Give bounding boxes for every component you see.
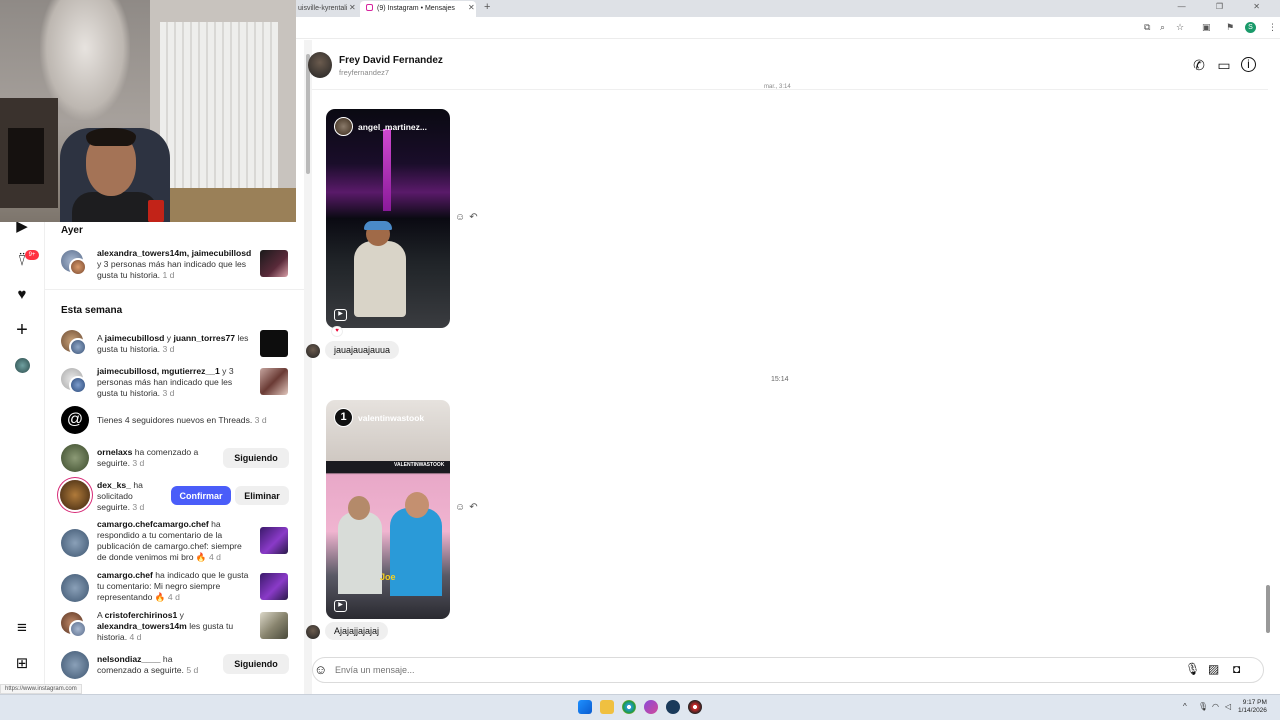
nav-rail: ▶ ⍢ 9+ ♥ + ≡ ⊞ <box>0 218 45 690</box>
story-thumbnail[interactable] <box>260 330 288 357</box>
timestamp: 15:14 <box>771 376 789 383</box>
story-thumbnail[interactable] <box>260 612 288 639</box>
avatar <box>69 338 87 356</box>
avatar <box>60 480 90 510</box>
emoji-react-icon[interactable]: ☺ <box>455 502 469 513</box>
phone-icon[interactable]: ✆ <box>1190 56 1208 74</box>
new-tab-button[interactable]: + <box>484 1 490 13</box>
avatar <box>61 444 89 472</box>
status-url: https://www.instagram.com <box>0 684 82 694</box>
section-title-yesterday: Ayer <box>61 225 83 236</box>
shared-story[interactable]: angel_martinez... ▶ <box>326 109 450 328</box>
message-bubble[interactable]: jauajauajauua <box>325 341 400 359</box>
app-icon[interactable] <box>644 700 658 714</box>
install-app-icon[interactable]: ⧉ <box>1144 22 1150 33</box>
following-button[interactable]: Siguiendo <box>223 654 289 674</box>
contact-name[interactable]: Frey David Fernandez <box>339 55 443 66</box>
chat-header: Frey David Fernandez freyfernandez7 ✆ ▭ … <box>308 39 1268 90</box>
section-title-this-week: Esta semana <box>61 305 123 316</box>
reel-icon: ▶ <box>334 600 347 612</box>
story-thumbnail[interactable] <box>260 368 288 395</box>
contact-username: freyfernandez7 <box>339 68 390 77</box>
chat-scrollbar[interactable] <box>1264 88 1272 644</box>
browser-tab-bar: uisville-kyrentali ✕ (9) Instagram • Men… <box>296 0 1280 17</box>
message-bubble[interactable]: Ajajajjajajaj <box>325 622 389 640</box>
zoom-icon[interactable]: ⌕ <box>1160 22 1165 33</box>
message-actions[interactable]: ☺↶ <box>455 502 482 513</box>
wifi-icon[interactable]: ◠ <box>1212 702 1219 711</box>
avatar <box>69 620 87 638</box>
window-controls[interactable]: — ❐ ✕ <box>1178 2 1274 11</box>
app-icon[interactable] <box>688 700 702 714</box>
post-thumbnail[interactable] <box>260 527 288 554</box>
menu-icon[interactable]: ≡ <box>11 617 33 639</box>
timestamp: mar., 3:14 <box>764 84 791 90</box>
close-tab-icon[interactable]: ✕ <box>349 3 356 12</box>
message-composer: ☺ 🎙 ▨ ◘ <box>312 657 1264 683</box>
emoji-icon[interactable]: ☺ <box>314 662 327 677</box>
avatar <box>306 625 320 639</box>
delete-button[interactable]: Eliminar <box>235 486 289 505</box>
avatar <box>61 529 89 557</box>
story-thumbnail[interactable] <box>260 250 288 277</box>
browser-toolbar: ⧉ ⌕ ☆ ▣ ⚑ S ⋮ <box>296 17 1280 39</box>
shared-story[interactable]: VALENTINWASTOOK Joe 1 valentinwastook ▶ <box>326 400 450 619</box>
microphone-icon[interactable]: 🎙 <box>1198 702 1208 711</box>
reply-icon[interactable]: ↶ <box>469 212 481 223</box>
close-tab-icon[interactable]: ✕ <box>468 3 475 12</box>
image-icon[interactable]: ▨ <box>1208 662 1219 676</box>
reaction-badge[interactable]: ♥ <box>332 327 342 336</box>
microphone-icon[interactable]: 🎙 <box>1185 662 1200 676</box>
video-call-icon[interactable]: ▭ <box>1215 56 1233 74</box>
post-thumbnail[interactable] <box>260 573 288 600</box>
story-username: valentinwastook <box>358 413 425 423</box>
steam-icon[interactable] <box>666 700 680 714</box>
webcam-overlay <box>0 0 296 222</box>
info-icon[interactable]: i <box>1241 57 1256 72</box>
profile-avatar[interactable]: S <box>1245 22 1256 33</box>
confirm-button[interactable]: Confirmar <box>171 486 231 505</box>
story-username: angel_martinez... <box>358 122 427 132</box>
side-panel-icon[interactable]: ▣ <box>1202 22 1211 33</box>
apps-icon[interactable]: ⊞ <box>11 653 33 675</box>
avatar <box>334 117 353 136</box>
avatar <box>69 258 87 276</box>
tab-instagram-messages[interactable]: (9) Instagram • Mensajes <box>360 1 476 17</box>
windows-start-icon[interactable] <box>578 700 592 714</box>
notifications-panel: Ayer alexandra_towers14m, jaimecubillosd… <box>45 222 304 690</box>
extensions-icon[interactable]: ⚑ <box>1226 22 1234 33</box>
avatar <box>61 651 89 679</box>
reel-icon: ▶ <box>334 309 347 321</box>
tray-chevron-icon[interactable]: ^ <box>1183 702 1187 711</box>
screen: uisville-kyrentali ✕ (9) Instagram • Men… <box>0 0 1280 720</box>
file-explorer-icon[interactable] <box>600 700 614 714</box>
message-actions[interactable]: ☺↶ <box>455 212 482 223</box>
profile-avatar[interactable] <box>15 358 30 373</box>
menu-dots-icon[interactable]: ⋮ <box>1268 22 1277 33</box>
heart-icon[interactable]: ♥ <box>11 284 33 306</box>
following-button[interactable]: Siguiendo <box>223 448 289 468</box>
chat-thread: Frey David Fernandez freyfernandez7 ✆ ▭ … <box>306 39 1280 694</box>
avatar <box>69 376 87 394</box>
taskbar: ^ 🎙 ◠ ◁ 9:17 PM 1/14/2026 <box>0 694 1280 720</box>
create-icon[interactable]: + <box>11 319 33 341</box>
notifications-scrollbar[interactable] <box>304 40 312 694</box>
sticker-icon[interactable]: ◘ <box>1233 662 1240 676</box>
story-number-badge: 1 <box>334 408 353 427</box>
system-clock[interactable]: 9:17 PM 1/14/2026 <box>1238 699 1267 715</box>
instagram-icon <box>366 4 373 11</box>
avatar[interactable] <box>308 52 332 78</box>
volume-icon[interactable]: ◁ <box>1225 702 1231 711</box>
avatar <box>61 574 89 602</box>
chrome-icon[interactable] <box>622 700 636 714</box>
reply-icon[interactable]: ↶ <box>469 502 481 513</box>
notifications-badge: 9+ <box>25 250 39 260</box>
emoji-react-icon[interactable]: ☺ <box>455 212 469 223</box>
avatar <box>306 344 320 358</box>
bookmark-star-icon[interactable]: ☆ <box>1176 22 1184 33</box>
threads-icon: @ <box>61 406 89 434</box>
message-input[interactable] <box>335 663 1135 677</box>
